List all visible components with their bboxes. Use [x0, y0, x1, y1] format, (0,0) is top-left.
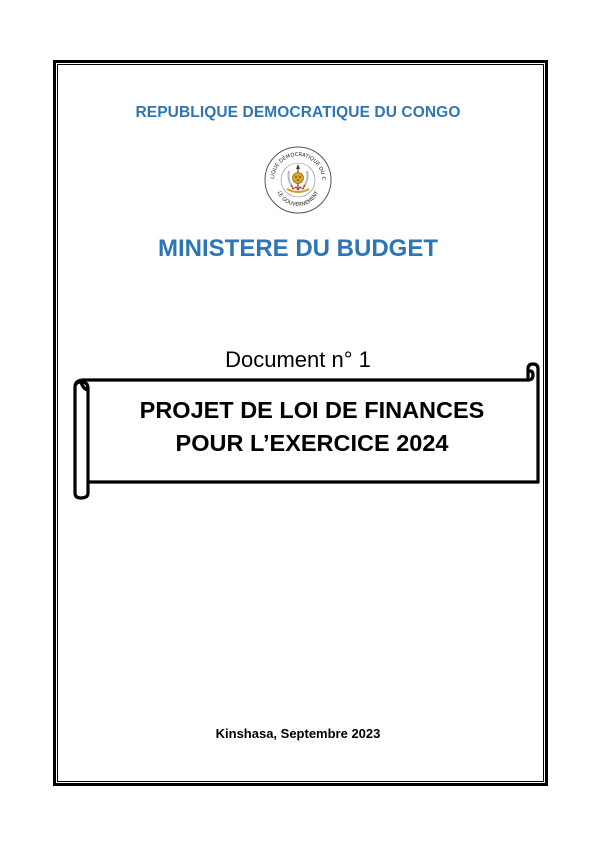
- ministry-heading: MINISTERE DU BUDGET: [157, 235, 438, 262]
- government-seal: RÉPUBLIQUE DÉMOCRATIQUE DU CONGO LE GOUV…: [263, 145, 332, 214]
- document-title-line-1: PROJET DE LOI DE FINANCES: [139, 397, 485, 423]
- document-title: PROJET DE LOI DE FINANCES POUR L’EXERCIC…: [84, 394, 540, 460]
- country-heading: REPUBLIQUE DEMOCRATIQUE DU CONGO: [135, 104, 461, 121]
- document-title-line-2: POUR L’EXERCICE 2024: [175, 430, 449, 456]
- place-and-date: Kinshasa, Septembre 2023: [215, 726, 381, 741]
